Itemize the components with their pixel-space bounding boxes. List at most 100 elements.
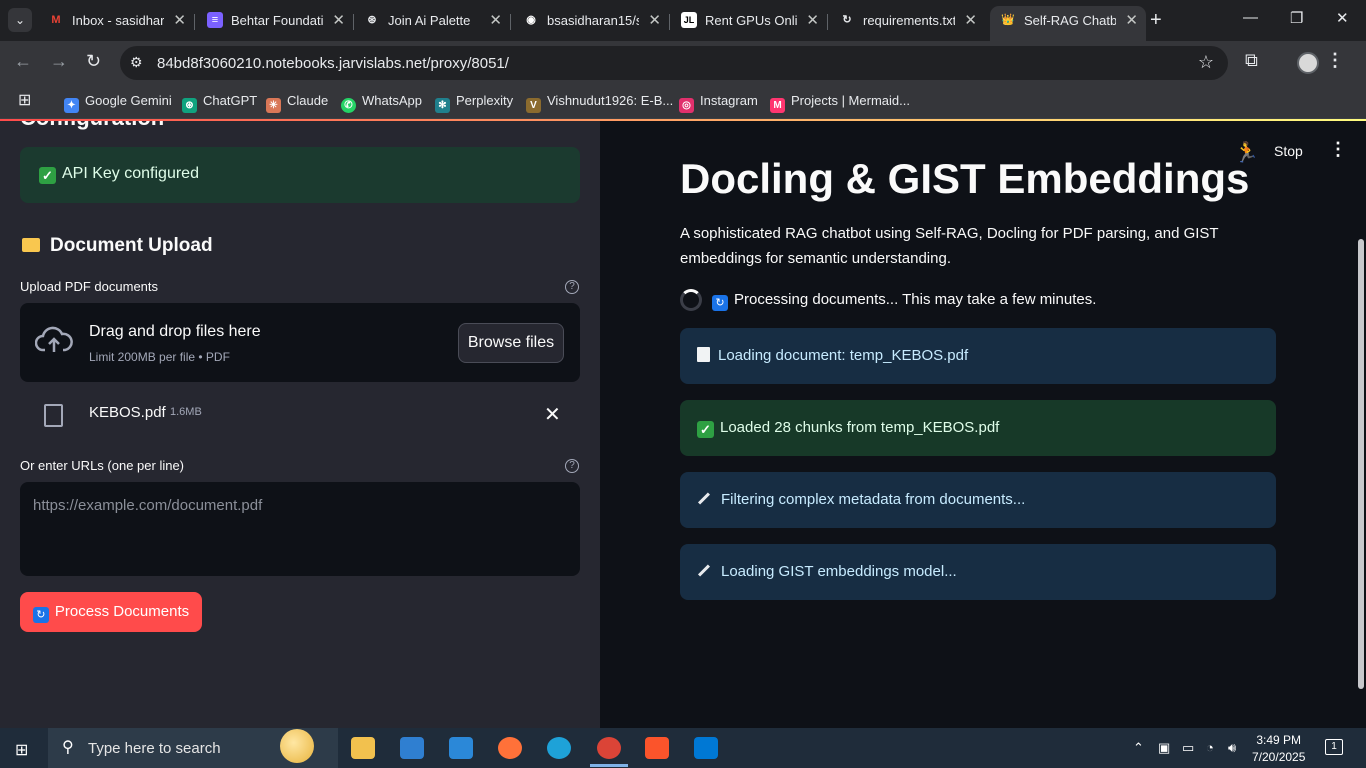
battery-icon[interactable]: ▭ xyxy=(1182,740,1194,756)
reload-icon[interactable]: ↻ xyxy=(86,51,101,72)
gemini-icon: ✦ xyxy=(64,98,79,113)
address-bar[interactable]: ⚙ 84bd8f3060210.notebooks.jarvislabs.net… xyxy=(120,46,1228,80)
upload-label: Upload PDF documents xyxy=(20,279,159,294)
minimize-icon[interactable]: — xyxy=(1243,9,1258,26)
browser-tab-strip: ⌄ M Inbox - sasidharan ✕ ≡ Behtar Founda… xyxy=(0,0,1366,41)
tab-title: Rent GPUs Online xyxy=(705,13,797,28)
status-message: Loading document: temp_KEBOS.pdf xyxy=(680,328,1276,384)
file-dropzone[interactable]: Drag and drop files here Limit 200MB per… xyxy=(20,303,580,382)
close-window-icon[interactable]: ✕ xyxy=(1336,9,1349,27)
bookmark-label: ChatGPT xyxy=(203,93,258,108)
file-explorer-icon[interactable] xyxy=(351,737,375,759)
help-icon[interactable]: ? xyxy=(565,459,579,473)
firefox-icon[interactable] xyxy=(498,737,522,759)
tab-search-button[interactable]: ⌄ xyxy=(8,8,32,32)
system-clock[interactable]: 3:49 PM 7/20/2025 xyxy=(1252,732,1305,766)
app-description: A sophisticated RAG chatbot using Self-R… xyxy=(680,225,1219,267)
jarvislabs-icon: JL xyxy=(681,12,697,28)
main-menu-icon[interactable]: ⋮ xyxy=(1329,139,1347,160)
api-key-status-alert: ✓ API Key configured xyxy=(20,147,580,203)
url-text: 84bd8f3060210.notebooks.jarvislabs.net/p… xyxy=(157,55,509,72)
tab-github[interactable]: ◉ bsasidharan15/s ✕ xyxy=(513,6,670,35)
brave-icon[interactable] xyxy=(645,737,669,759)
bookmark-chatgpt[interactable]: ⊛ ChatGPT xyxy=(182,93,257,113)
vscode-icon[interactable] xyxy=(694,737,718,759)
magic-wand-icon xyxy=(697,564,711,577)
urls-textarea[interactable] xyxy=(20,482,580,576)
tab-title: requirements.txt xyxy=(863,13,955,28)
bookmark-perplexity[interactable]: ✻ Perplexity xyxy=(435,93,513,113)
heading-text: Document Upload xyxy=(50,235,213,256)
browse-files-button[interactable]: Browse files xyxy=(458,323,564,363)
bookmark-vishnudut[interactable]: V Vishnudut1926: E-B... xyxy=(526,93,673,113)
tray-expand-icon[interactable]: ⌃ xyxy=(1133,740,1144,756)
restore-icon[interactable]: ❐ xyxy=(1290,9,1303,27)
bookmark-label: Perplexity xyxy=(456,93,514,108)
tab-title: Self-RAG Chatbot xyxy=(1024,13,1116,28)
close-tab-icon[interactable]: ✕ xyxy=(173,11,186,29)
bookmark-mermaid[interactable]: M Projects | Mermaid... xyxy=(770,93,910,113)
bookmark-instagram[interactable]: ◎ Instagram xyxy=(679,93,758,113)
forward-icon[interactable]: → xyxy=(50,51,68,72)
close-tab-icon[interactable]: ✕ xyxy=(806,11,819,29)
tab-self-rag[interactable]: 👑 Self-RAG Chatbot ✕ xyxy=(990,6,1146,41)
tab-behtar[interactable]: ≡ Behtar Foundation ✕ xyxy=(197,6,354,35)
meet-now-icon[interactable]: ▣ xyxy=(1158,740,1170,756)
notification-center-icon[interactable]: 1 xyxy=(1325,739,1343,755)
refresh-icon: ↻ xyxy=(712,295,728,311)
chrome-icon[interactable] xyxy=(597,737,621,759)
apps-grid-icon[interactable]: ⊞ xyxy=(18,90,31,110)
close-tab-icon[interactable]: ✕ xyxy=(1125,11,1138,29)
chrome-menu-icon[interactable]: ⋮ xyxy=(1326,50,1344,71)
folder-icon xyxy=(22,238,40,252)
message-text: Loaded 28 chunks from temp_KEBOS.pdf xyxy=(720,419,1000,436)
close-tab-icon[interactable]: ✕ xyxy=(648,11,661,29)
edge-icon[interactable] xyxy=(547,737,571,759)
magic-wand-icon xyxy=(697,492,711,505)
site-info-icon[interactable]: ⚙ xyxy=(130,54,143,71)
bookmark-whatsapp[interactable]: ✆ WhatsApp xyxy=(341,93,422,113)
tab-requirements[interactable]: ↻ requirements.txt ✕ xyxy=(829,6,985,35)
processing-text: Processing documents... This may take a … xyxy=(734,291,1097,308)
check-icon: ✓ xyxy=(697,421,714,438)
clock-date: 7/20/2025 xyxy=(1252,750,1306,764)
message-text: Filtering complex metadata from document… xyxy=(721,491,1026,508)
scrollbar[interactable] xyxy=(1358,239,1364,689)
tab-jarvislabs[interactable]: JL Rent GPUs Online ✕ xyxy=(671,6,828,35)
sidebar: Configuration ✓API Key configured Docume… xyxy=(0,119,600,728)
vishnudut-icon: V xyxy=(526,98,541,113)
tab-ai-palette[interactable]: ⊛ Join Ai Palette ✕ xyxy=(354,6,511,35)
instagram-icon: ◎ xyxy=(679,98,694,113)
microsoft-store-icon[interactable] xyxy=(400,737,424,759)
page-title: Docling & GIST Embeddings xyxy=(680,155,1250,202)
stop-button[interactable]: Stop xyxy=(1274,143,1303,159)
close-tab-icon[interactable]: ✕ xyxy=(332,11,345,29)
profile-avatar[interactable] xyxy=(1297,52,1319,74)
tab-title: bsasidharan15/s xyxy=(547,13,639,28)
message-text: Loading GIST embeddings model... xyxy=(721,563,957,580)
bookmark-claude[interactable]: ✳ Claude xyxy=(266,93,328,113)
bookmark-google-gemini[interactable]: ✦ Google Gemini xyxy=(64,93,172,113)
close-tab-icon[interactable]: ✕ xyxy=(964,11,977,29)
bookmark-star-icon[interactable]: ☆ xyxy=(1198,52,1214,73)
loading-spinner xyxy=(680,289,702,311)
wifi-icon[interactable]: ◔ xyxy=(1206,740,1214,755)
back-icon[interactable]: ← xyxy=(14,51,32,72)
windows-start-icon[interactable]: ⊞ xyxy=(15,740,28,760)
help-icon[interactable]: ? xyxy=(565,280,579,294)
running-man-icon: 🏃 xyxy=(1234,142,1259,164)
mermaid-icon: M xyxy=(770,98,785,113)
bookmark-label: Vishnudut1926: E-B... xyxy=(547,93,674,108)
document-upload-heading: Document Upload xyxy=(22,235,213,257)
new-tab-icon[interactable]: + xyxy=(1150,9,1162,32)
clock-time: 3:49 PM xyxy=(1256,733,1302,747)
tab-gmail[interactable]: M Inbox - sasidharan ✕ xyxy=(38,6,195,35)
mail-icon[interactable] xyxy=(449,737,473,759)
volume-icon[interactable]: 🔊︎ xyxy=(1228,740,1236,756)
process-documents-button[interactable]: ↻ Process Documents xyxy=(20,592,202,632)
extensions-icon[interactable]: ⧉ xyxy=(1245,50,1258,71)
bookmark-label: Instagram xyxy=(700,93,758,108)
remove-file-icon[interactable]: ✕ xyxy=(544,402,561,427)
close-tab-icon[interactable]: ✕ xyxy=(489,11,502,29)
status-message: Loading GIST embeddings model... xyxy=(680,544,1276,600)
